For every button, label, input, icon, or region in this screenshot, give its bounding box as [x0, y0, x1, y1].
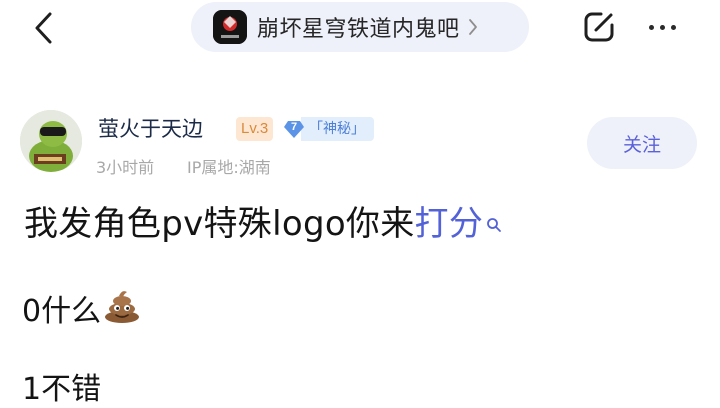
member-tag-badge: 7 「神秘」 — [283, 116, 374, 142]
forum-logo-icon — [213, 10, 247, 44]
edit-icon — [584, 12, 614, 42]
level-badge: Lv.3 — [236, 117, 274, 141]
post-line: 1不错 — [22, 364, 101, 408]
back-button[interactable] — [26, 8, 62, 48]
post-line-text: 0什么 — [22, 294, 102, 329]
forum-link[interactable]: 崩坏星穹铁道内鬼吧 — [191, 2, 529, 52]
more-button[interactable] — [640, 10, 684, 44]
author-avatar[interactable] — [20, 110, 82, 172]
more-dot — [648, 24, 654, 30]
chevron-left-icon — [35, 12, 52, 44]
chevron-right-icon — [468, 18, 478, 36]
follow-button[interactable]: 关注 — [587, 117, 697, 169]
ip-location: IP属地:湖南 — [187, 158, 271, 177]
top-bar: 崩坏星穹铁道内鬼吧 — [0, 0, 720, 56]
avatar-image — [20, 110, 82, 172]
gem-icon: 7 — [283, 118, 305, 140]
post-time: 3小时前 — [96, 158, 155, 177]
more-dot — [670, 24, 676, 30]
forum-name: 崩坏星穹铁道内鬼吧 — [257, 17, 460, 42]
author-name[interactable]: 萤火于天边 — [98, 113, 203, 143]
poop-emoji-icon — [103, 288, 141, 332]
more-dot — [659, 24, 665, 30]
search-icon[interactable] — [486, 202, 502, 242]
post-line-text: 1不错 — [22, 372, 102, 407]
post-title-text: 我发角色pv特殊logo你来 — [24, 204, 415, 244]
forum-avatar — [213, 10, 247, 44]
tag-level: 7 — [290, 121, 298, 133]
post-title: 我发角色pv特殊logo你来打分 — [24, 196, 502, 245]
edit-button[interactable] — [580, 8, 618, 46]
post-line: 0什么 — [22, 286, 141, 332]
tag-name: 「神秘」 — [301, 117, 374, 141]
post-title-link[interactable]: 打分 — [415, 204, 484, 244]
